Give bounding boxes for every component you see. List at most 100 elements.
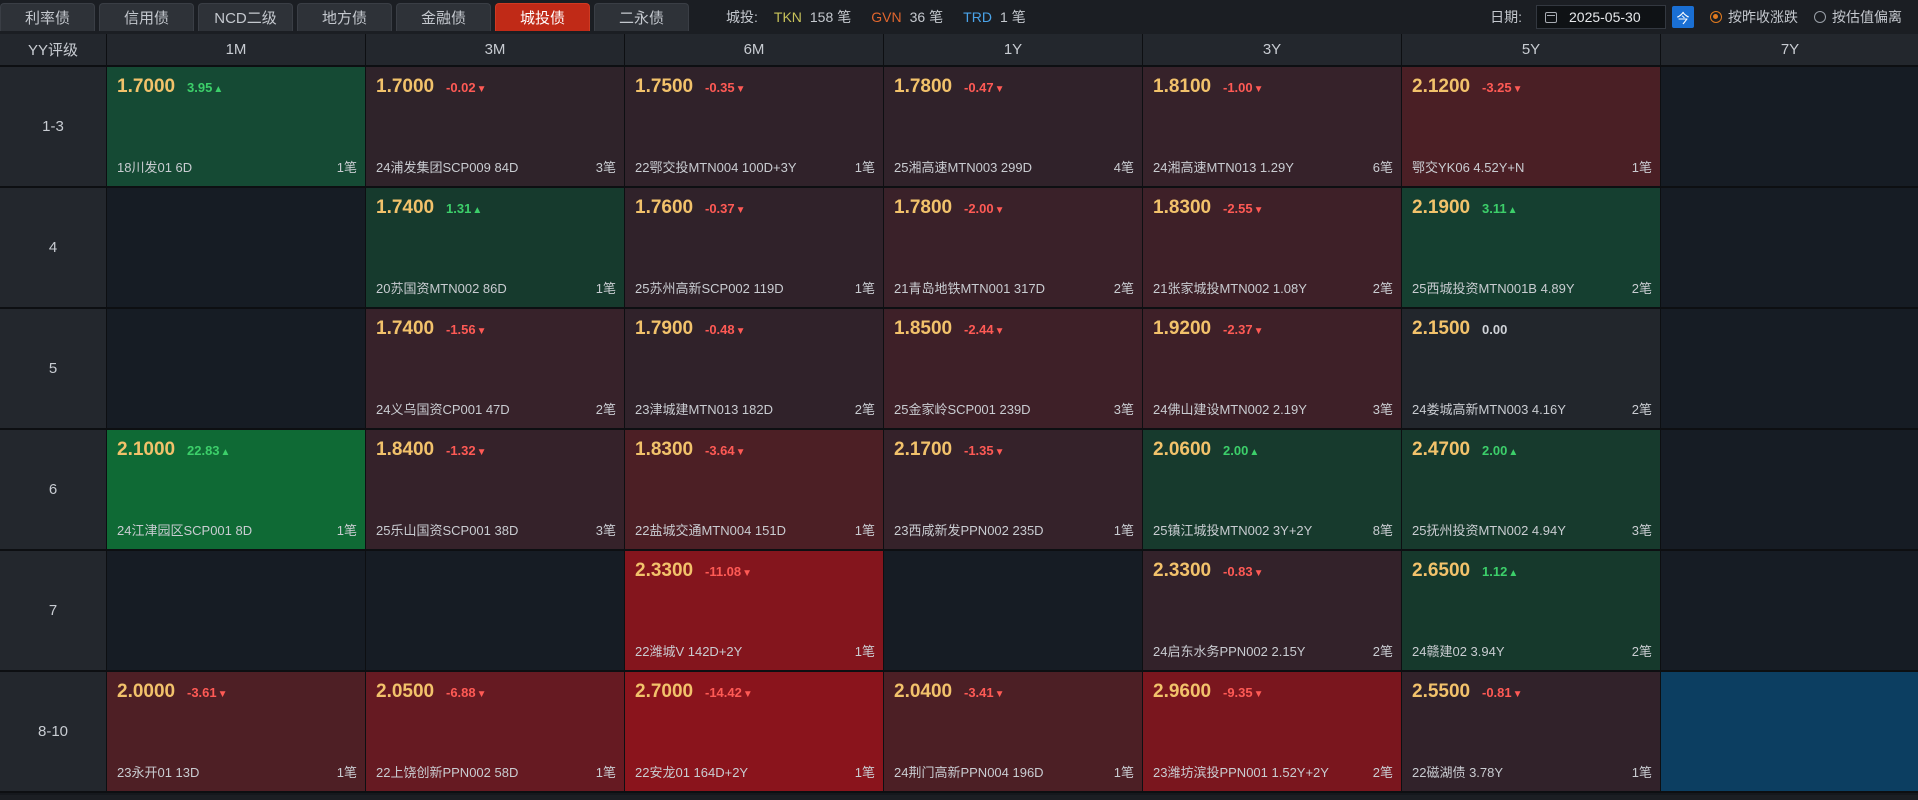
yield-cell[interactable] [107,188,366,309]
yield-cell[interactable]: 2.0600 2.00▲ 25镇江城投MTN002 3Y+2Y 8笔 [1143,430,1402,551]
tab-1[interactable]: 信用债 [99,3,194,31]
bond-name: 24启东水务PPN002 2.15Y [1153,644,1306,659]
yield-cell[interactable]: 2.1900 3.11▲ 25西城投资MTN001B 4.89Y 2笔 [1402,188,1661,309]
yield-value: 2.0000 [117,681,176,702]
yield-value: 1.8300 [635,439,694,460]
yield-cell[interactable]: 2.1000 22.83▲ 24江津园区SCP001 8D 1笔 [107,430,366,551]
radio-by-yield-change[interactable]: 按昨收涨跌 [1710,7,1798,27]
yield-cell[interactable]: 1.7800 -0.47▼ 25湘高速MTN003 299D 4笔 [884,67,1143,188]
yield-cell[interactable] [1661,551,1918,672]
yield-value: 1.9200 [1153,318,1212,339]
yield-value: 2.1200 [1412,76,1471,97]
arrow-down-icon: ▼ [1253,326,1264,337]
yield-cell[interactable]: 1.7600 -0.37▼ 25苏州高新SCP002 119D 1笔 [625,188,884,309]
yield-cell[interactable]: 1.8500 -2.44▼ 25金家岭SCP001 239D 3笔 [884,309,1143,430]
yield-value: 1.8400 [376,439,435,460]
tab-6[interactable]: 二永债 [594,3,689,31]
tenor-header-6m[interactable]: 6M [625,34,884,67]
yield-cell[interactable]: 1.7500 -0.35▼ 22鄂交投MTN004 100D+3Y 1笔 [625,67,884,188]
bond-name: 18川发01 6D [117,160,193,175]
yield-value: 1.7000 [117,76,176,97]
change-number: -1.35 [964,443,994,458]
yield-cell[interactable] [107,551,366,672]
yield-value: 1.7900 [635,318,694,339]
change-number: -2.44 [964,322,994,337]
change-value: -3.61▼ [187,685,228,700]
stat-code: TKN [773,9,802,25]
rating-row-header: 7 [0,551,107,672]
yield-cell[interactable]: 1.7400 -1.56▼ 24义乌国资CP001 47D 2笔 [366,309,625,430]
change-value: -2.37▼ [1223,322,1264,337]
yield-cell[interactable]: 1.7000 -0.02▼ 24浦发集团SCP009 84D 3笔 [366,67,625,188]
radio-dot-icon [1710,11,1722,23]
trade-count: 2笔 [595,402,616,417]
yield-cell[interactable]: 2.4700 2.00▲ 25抚州投资MTN002 4.94Y 3笔 [1402,430,1661,551]
yield-cell[interactable]: 1.8300 -3.64▼ 22盐城交通MTN004 151D 1笔 [625,430,884,551]
yield-cell[interactable]: 1.9200 -2.37▼ 24佛山建设MTN002 2.19Y 3笔 [1143,309,1402,430]
yield-cell[interactable]: 2.0000 -3.61▼ 23永开01 13D 1笔 [107,672,366,793]
yield-cell[interactable]: 2.3300 -0.83▼ 24启东水务PPN002 2.15Y 2笔 [1143,551,1402,672]
change-value: -3.64▼ [705,443,746,458]
change-value: -6.88▼ [446,685,487,700]
yield-cell[interactable]: 1.7400 1.31▲ 20苏国资MTN002 86D 1笔 [366,188,625,309]
yield-cell[interactable]: 2.3300 -11.08▼ 22潍城V 142D+2Y 1笔 [625,551,884,672]
yield-cell[interactable]: 1.8300 -2.55▼ 21张家城投MTN002 1.08Y 2笔 [1143,188,1402,309]
bond-name: 22潍城V 142D+2Y [635,644,743,659]
yield-cell[interactable] [1661,309,1918,430]
tenor-header-3m[interactable]: 3M [366,34,625,67]
yield-cell[interactable]: 2.0400 -3.41▼ 24荆门高新PPN004 196D 1笔 [884,672,1143,793]
yield-cell[interactable]: 2.1500 0.00 24娄城高新MTN003 4.16Y 2笔 [1402,309,1661,430]
change-value: -2.44▼ [964,322,1005,337]
yield-cell[interactable]: 1.8100 -1.00▼ 24湘高速MTN013 1.29Y 6笔 [1143,67,1402,188]
tenor-header-1m[interactable]: 1M [107,34,366,67]
today-button[interactable]: 今 [1672,6,1694,28]
yield-cell[interactable]: 1.7000 3.95▲ 18川发01 6D 1笔 [107,67,366,188]
change-value: 3.95▲ [187,80,223,95]
arrow-down-icon: ▼ [994,326,1005,337]
yield-cell[interactable]: 2.5500 -0.81▼ 22磁湖债 3.78Y 1笔 [1402,672,1661,793]
yield-cell[interactable]: 2.1200 -3.25▼ 鄂交YK06 4.52Y+N 1笔 [1402,67,1661,188]
tab-2[interactable]: NCD二级 [198,3,293,31]
bond-name: 25金家岭SCP001 239D [894,402,1031,417]
bottom-scrollbar[interactable] [0,795,1918,800]
yield-cell[interactable]: 1.8400 -1.32▼ 25乐山国资SCP001 38D 3笔 [366,430,625,551]
stat-count: 36 [909,9,926,25]
change-value: -0.48▼ [705,322,746,337]
tab-5[interactable]: 城投债 [495,3,590,31]
date-label: 日期: [1490,9,1522,25]
tenor-header-1y[interactable]: 1Y [884,34,1143,67]
tenor-header-7y[interactable]: 7Y [1661,34,1918,67]
change-value: -2.00▼ [964,201,1005,216]
yield-cell[interactable]: 2.6500 1.12▲ 24赣建02 3.94Y 2笔 [1402,551,1661,672]
yield-cell[interactable]: 1.7900 -0.48▼ 23津城建MTN013 182D 2笔 [625,309,884,430]
top-bar: 利率债 信用债 NCD二级 地方债 金融债 城投债 二永债 城投: TKN 158 笔 GVN 36… [0,0,1918,35]
tab-0[interactable]: 利率债 [0,3,95,31]
yield-cell[interactable]: 2.9600 -9.35▼ 23潍坊滨投PPN001 1.52Y+2Y 2笔 [1143,672,1402,793]
tab-4[interactable]: 金融债 [396,3,491,31]
yield-cell[interactable] [366,551,625,672]
yield-cell[interactable] [107,309,366,430]
tab-3[interactable]: 地方债 [297,3,392,31]
tenor-header-3y[interactable]: 3Y [1143,34,1402,67]
yield-cell[interactable] [1661,188,1918,309]
trade-count: 1笔 [854,160,875,175]
arrow-up-icon: ▲ [213,84,224,95]
date-picker[interactable]: 2025-05-30 [1536,5,1666,29]
yield-cell[interactable]: 2.0500 -6.88▼ 22上饶创新PPN002 58D 1笔 [366,672,625,793]
yield-cell[interactable]: 2.7000 -14.42▼ 22安龙01 164D+2Y 1笔 [625,672,884,793]
yield-cell[interactable]: 1.7800 -2.00▼ 21青岛地铁MTN001 317D 2笔 [884,188,1143,309]
radio-by-valuation-deviation[interactable]: 按估值偏离 [1814,7,1902,27]
yield-cell[interactable] [1661,67,1918,188]
yield-cell[interactable] [1661,430,1918,551]
yield-cell[interactable] [1661,672,1918,793]
arrow-up-icon: ▲ [1249,447,1260,458]
yield-cell[interactable] [884,551,1143,672]
change-number: -0.48 [705,322,735,337]
tenor-header-5y[interactable]: 5Y [1402,34,1661,67]
yield-cell[interactable]: 2.1700 -1.35▼ 23西咸新发PPN002 235D 1笔 [884,430,1143,551]
change-value: -11.08▼ [705,564,752,579]
change-number: -3.25 [1482,80,1512,95]
trade-count: 1笔 [854,644,875,659]
change-value: 3.11▲ [1482,201,1518,216]
trade-count: 1笔 [854,523,875,538]
